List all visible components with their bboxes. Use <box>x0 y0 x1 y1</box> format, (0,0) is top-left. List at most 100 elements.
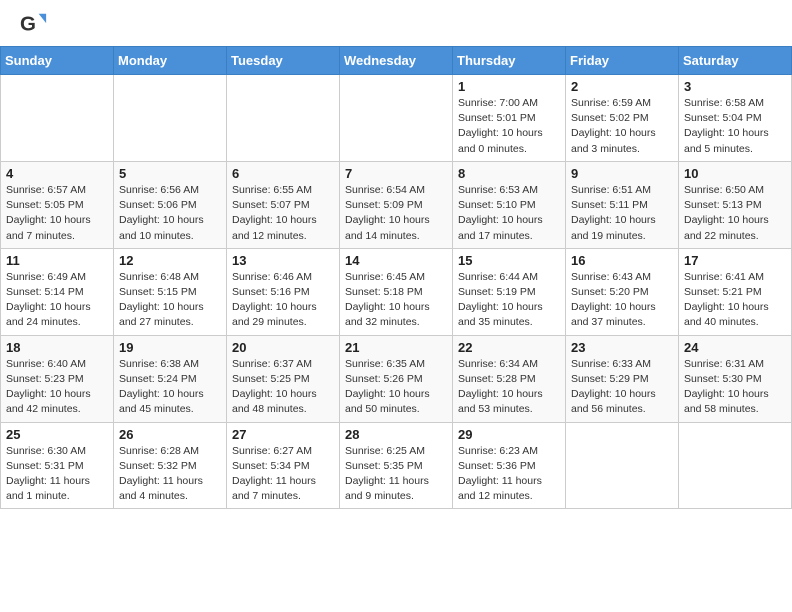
day-number: 23 <box>571 340 673 355</box>
day-number: 24 <box>684 340 786 355</box>
day-info: Sunrise: 6:40 AM Sunset: 5:23 PM Dayligh… <box>6 357 108 418</box>
day-number: 1 <box>458 79 560 94</box>
calendar-day-1: 1 Sunrise: 7:00 AM Sunset: 5:01 PM Daylig… <box>453 75 566 162</box>
day-info: Sunrise: 6:34 AM Sunset: 5:28 PM Dayligh… <box>458 357 560 418</box>
day-number: 29 <box>458 427 560 442</box>
day-info: Sunrise: 6:45 AM Sunset: 5:18 PM Dayligh… <box>345 270 447 331</box>
calendar-day-21: 21Sunrise: 6:35 AM Sunset: 5:26 PM Dayli… <box>340 335 453 422</box>
calendar-day-23: 23 Sunrise: 6:33 AM Sunset: 5:29 PM Dayli… <box>566 335 679 422</box>
day-number: 28 <box>345 427 447 442</box>
day-info: Sunrise: 6:43 AM Sunset: 5:20 PM Dayligh… <box>571 270 673 331</box>
day-number: 9 <box>571 166 673 181</box>
day-info: Sunrise: 6:44 AM Sunset: 5:19 PM Dayligh… <box>458 270 560 331</box>
day-info: Sunrise: 6:33 AM Sunset: 5:29 PM Dayligh… <box>571 357 673 418</box>
calendar-day-16: 16 Sunrise: 6:43 AM Sunset: 5:20 PM Dayli… <box>566 248 679 335</box>
day-number: 18 <box>6 340 108 355</box>
day-number: 6 <box>232 166 334 181</box>
day-number: 8 <box>458 166 560 181</box>
day-number: 4 <box>6 166 108 181</box>
calendar-day-5: 5Sunrise: 6:56 AM Sunset: 5:06 PM Daylig… <box>114 161 227 248</box>
calendar-day-13: 13 Sunrise: 6:46 AM Sunset: 5:16 PM Dayli… <box>227 248 340 335</box>
day-info: Sunrise: 6:30 AM Sunset: 5:31 PM Dayligh… <box>6 444 108 505</box>
calendar-empty-cell <box>566 422 679 509</box>
calendar-header-monday: Monday <box>114 47 227 75</box>
calendar-day-6: 6 Sunrise: 6:55 AM Sunset: 5:07 PM Daylig… <box>227 161 340 248</box>
calendar-day-4: 4 Sunrise: 6:57 AM Sunset: 5:05 PM Daylig… <box>1 161 114 248</box>
day-info: Sunrise: 6:37 AM Sunset: 5:25 PM Dayligh… <box>232 357 334 418</box>
calendar-day-18: 18 Sunrise: 6:40 AM Sunset: 5:23 PM Dayli… <box>1 335 114 422</box>
calendar-empty-cell <box>679 422 792 509</box>
day-number: 5 <box>119 166 221 181</box>
day-info: Sunrise: 6:31 AM Sunset: 5:30 PM Dayligh… <box>684 357 786 418</box>
day-info: Sunrise: 6:54 AM Sunset: 5:09 PM Dayligh… <box>345 183 447 244</box>
calendar-header-wednesday: Wednesday <box>340 47 453 75</box>
day-number: 16 <box>571 253 673 268</box>
day-info: Sunrise: 6:58 AM Sunset: 5:04 PM Dayligh… <box>684 96 786 157</box>
calendar-day-11: 11Sunrise: 6:49 AM Sunset: 5:14 PM Dayli… <box>1 248 114 335</box>
calendar-day-28: 28 Sunrise: 6:25 AM Sunset: 5:35 PM Dayli… <box>340 422 453 509</box>
day-number: 26 <box>119 427 221 442</box>
day-number: 2 <box>571 79 673 94</box>
calendar-week-row: 25 Sunrise: 6:30 AM Sunset: 5:31 PM Dayli… <box>1 422 792 509</box>
day-info: Sunrise: 6:53 AM Sunset: 5:10 PM Dayligh… <box>458 183 560 244</box>
day-info: Sunrise: 6:48 AM Sunset: 5:15 PM Dayligh… <box>119 270 221 331</box>
calendar-day-10: 10Sunrise: 6:50 AM Sunset: 5:13 PM Dayli… <box>679 161 792 248</box>
day-number: 17 <box>684 253 786 268</box>
calendar-empty-cell <box>114 75 227 162</box>
logo: G <box>20 10 50 38</box>
day-number: 19 <box>119 340 221 355</box>
calendar-day-15: 15 Sunrise: 6:44 AM Sunset: 5:19 PM Dayli… <box>453 248 566 335</box>
day-info: Sunrise: 6:35 AM Sunset: 5:26 PM Dayligh… <box>345 357 447 418</box>
day-number: 20 <box>232 340 334 355</box>
calendar-empty-cell <box>340 75 453 162</box>
calendar-day-25: 25 Sunrise: 6:30 AM Sunset: 5:31 PM Dayli… <box>1 422 114 509</box>
calendar-day-20: 20 Sunrise: 6:37 AM Sunset: 5:25 PM Dayli… <box>227 335 340 422</box>
day-number: 7 <box>345 166 447 181</box>
day-number: 25 <box>6 427 108 442</box>
calendar-table: SundayMondayTuesdayWednesdayThursdayFrid… <box>0 46 792 509</box>
day-info: Sunrise: 6:46 AM Sunset: 5:16 PM Dayligh… <box>232 270 334 331</box>
calendar-day-8: 8 Sunrise: 6:53 AM Sunset: 5:10 PM Daylig… <box>453 161 566 248</box>
day-number: 22 <box>458 340 560 355</box>
calendar-day-12: 12 Sunrise: 6:48 AM Sunset: 5:15 PM Dayli… <box>114 248 227 335</box>
day-info: Sunrise: 6:28 AM Sunset: 5:32 PM Dayligh… <box>119 444 221 505</box>
day-info: Sunrise: 6:23 AM Sunset: 5:36 PM Dayligh… <box>458 444 560 505</box>
calendar-week-row: 4 Sunrise: 6:57 AM Sunset: 5:05 PM Daylig… <box>1 161 792 248</box>
day-number: 13 <box>232 253 334 268</box>
day-info: Sunrise: 6:38 AM Sunset: 5:24 PM Dayligh… <box>119 357 221 418</box>
calendar-header-tuesday: Tuesday <box>227 47 340 75</box>
day-number: 14 <box>345 253 447 268</box>
calendar-header-thursday: Thursday <box>453 47 566 75</box>
day-number: 10 <box>684 166 786 181</box>
day-number: 15 <box>458 253 560 268</box>
calendar-day-22: 22 Sunrise: 6:34 AM Sunset: 5:28 PM Dayli… <box>453 335 566 422</box>
day-number: 12 <box>119 253 221 268</box>
day-info: Sunrise: 6:51 AM Sunset: 5:11 PM Dayligh… <box>571 183 673 244</box>
day-info: Sunrise: 7:00 AM Sunset: 5:01 PM Dayligh… <box>458 96 560 157</box>
day-info: Sunrise: 6:57 AM Sunset: 5:05 PM Dayligh… <box>6 183 108 244</box>
day-info: Sunrise: 6:55 AM Sunset: 5:07 PM Dayligh… <box>232 183 334 244</box>
day-number: 11 <box>6 253 108 268</box>
calendar-day-9: 9 Sunrise: 6:51 AM Sunset: 5:11 PM Daylig… <box>566 161 679 248</box>
day-number: 3 <box>684 79 786 94</box>
calendar-empty-cell <box>1 75 114 162</box>
svg-text:G: G <box>20 13 36 36</box>
page-header: G <box>0 0 792 42</box>
calendar-week-row: 1 Sunrise: 7:00 AM Sunset: 5:01 PM Daylig… <box>1 75 792 162</box>
calendar-header-saturday: Saturday <box>679 47 792 75</box>
day-number: 27 <box>232 427 334 442</box>
calendar-day-27: 27 Sunrise: 6:27 AM Sunset: 5:34 PM Dayli… <box>227 422 340 509</box>
calendar-day-14: 14 Sunrise: 6:45 AM Sunset: 5:18 PM Dayli… <box>340 248 453 335</box>
calendar-header-sunday: Sunday <box>1 47 114 75</box>
calendar-empty-cell <box>227 75 340 162</box>
calendar-day-2: 2 Sunrise: 6:59 AM Sunset: 5:02 PM Daylig… <box>566 75 679 162</box>
calendar-week-row: 11Sunrise: 6:49 AM Sunset: 5:14 PM Dayli… <box>1 248 792 335</box>
day-info: Sunrise: 6:27 AM Sunset: 5:34 PM Dayligh… <box>232 444 334 505</box>
day-info: Sunrise: 6:59 AM Sunset: 5:02 PM Dayligh… <box>571 96 673 157</box>
day-info: Sunrise: 6:25 AM Sunset: 5:35 PM Dayligh… <box>345 444 447 505</box>
calendar-week-row: 18 Sunrise: 6:40 AM Sunset: 5:23 PM Dayli… <box>1 335 792 422</box>
calendar-day-29: 29 Sunrise: 6:23 AM Sunset: 5:36 PM Dayli… <box>453 422 566 509</box>
calendar-header-row: SundayMondayTuesdayWednesdayThursdayFrid… <box>1 47 792 75</box>
calendar-header-friday: Friday <box>566 47 679 75</box>
calendar-day-7: 7 Sunrise: 6:54 AM Sunset: 5:09 PM Daylig… <box>340 161 453 248</box>
